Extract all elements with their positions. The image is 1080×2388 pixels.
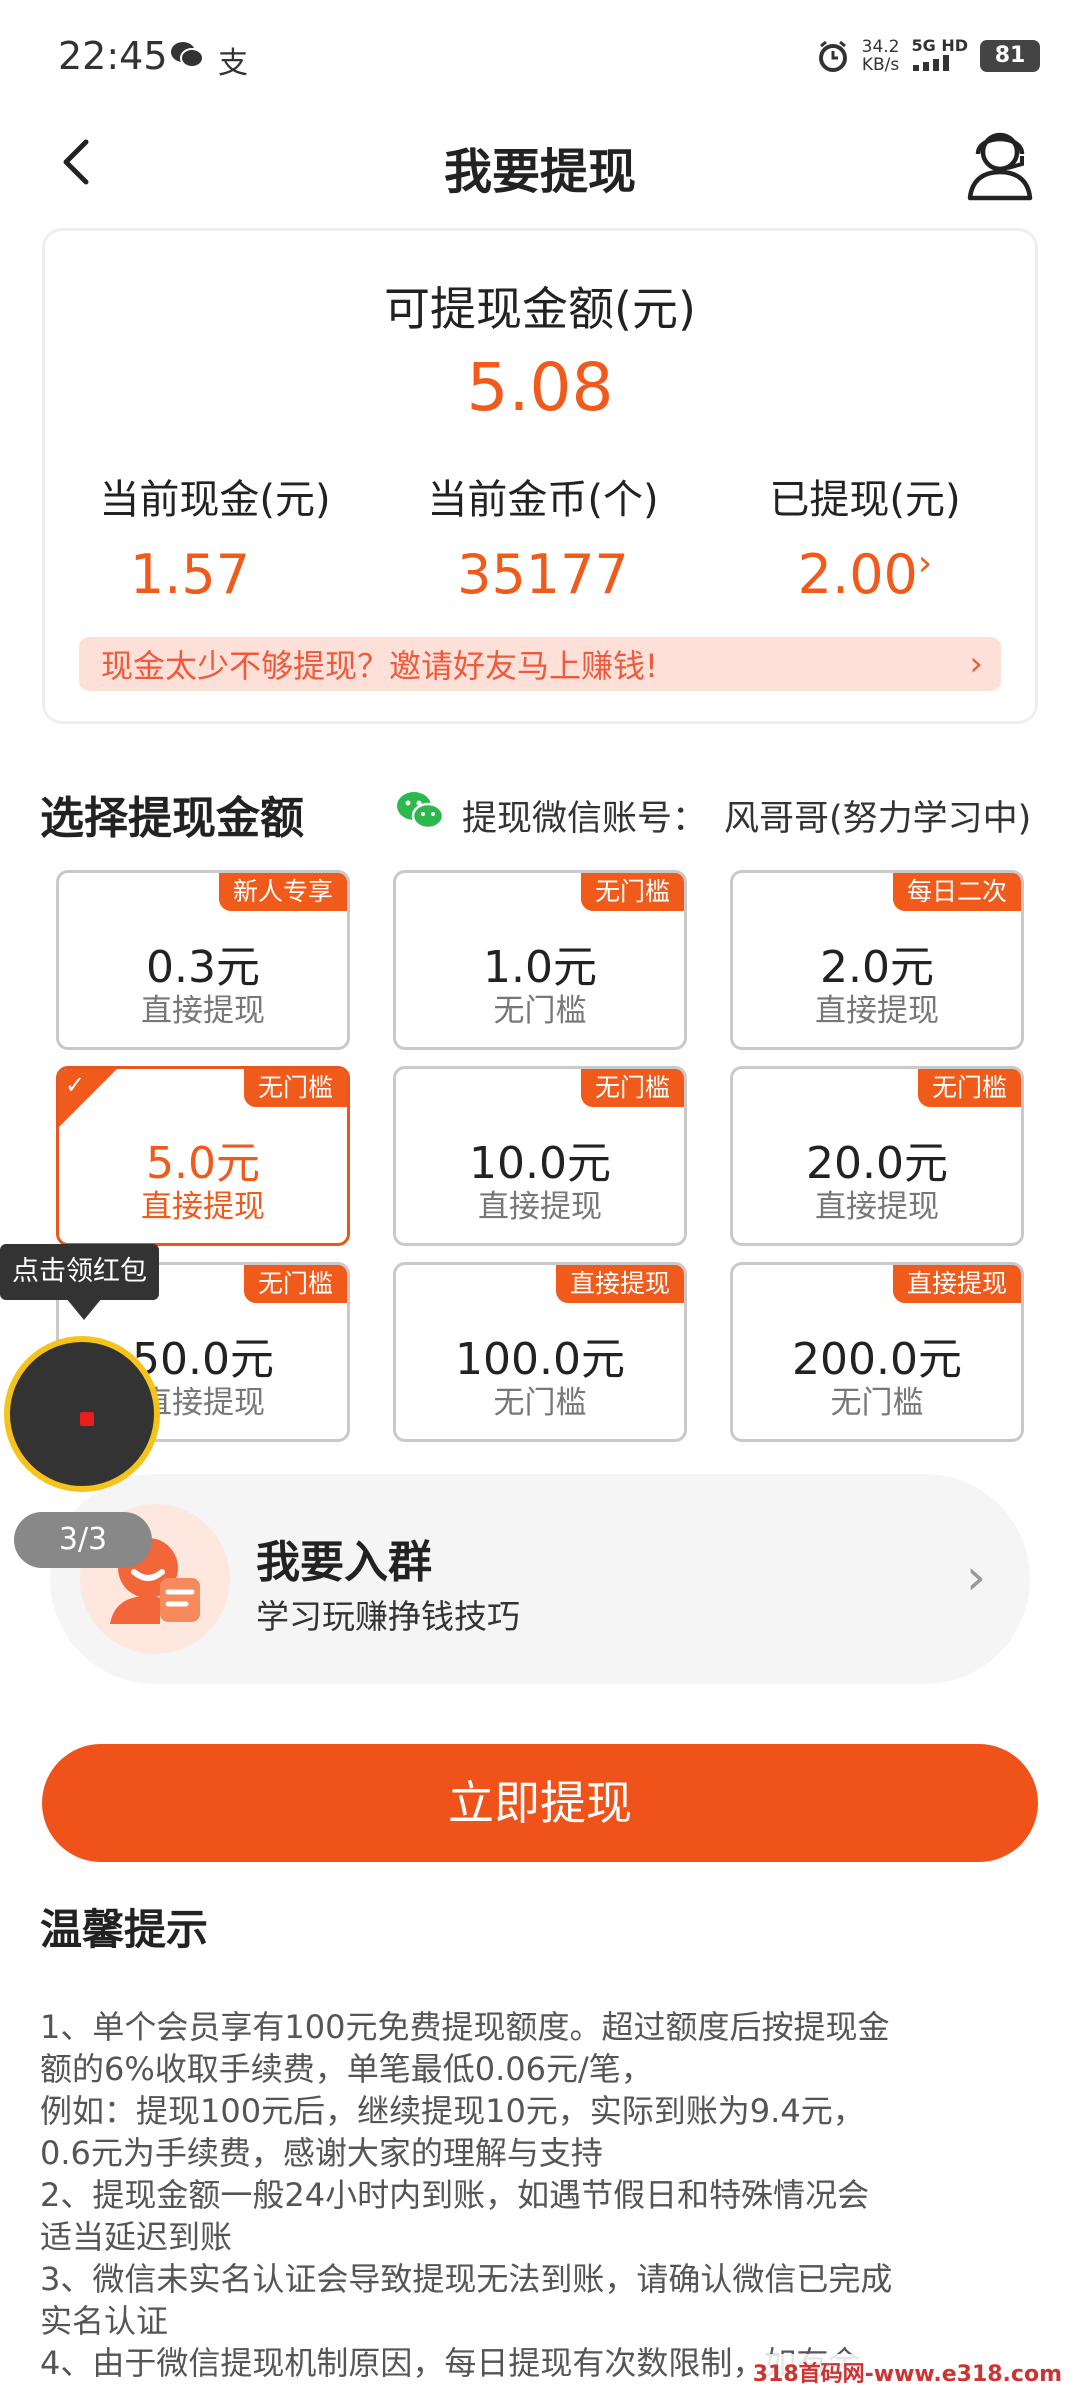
status-right: 34.2 KB/s 5G HD 81: [816, 34, 1040, 78]
group-title: 我要入群: [256, 1537, 432, 1588]
net-speed-value: 34.2: [861, 37, 900, 57]
option-subtitle: 无门槛: [830, 1385, 924, 1421]
tip-line: 实名认证: [40, 2302, 169, 2340]
amount-option-200-0[interactable]: 直接提现 200.0元 无门槛: [730, 1262, 1024, 1442]
option-subtitle: 直接提现: [478, 1189, 602, 1225]
option-tag: 每日二次: [892, 873, 1021, 911]
option-subtitle: 直接提现: [141, 1189, 265, 1225]
tip-line: 额的6%收取手续费，单笔最低0.06元/笔，: [40, 2050, 653, 2088]
alarm-icon: [818, 40, 847, 72]
invite-text: 现金太少不够提现？邀请好友马上赚钱!: [101, 647, 658, 685]
wechat-account-name: 风哥哥(努力学习中): [724, 799, 1032, 839]
net-speed: 34.2 KB/s: [862, 38, 900, 74]
status-time: 22:45: [58, 34, 168, 78]
withdrawable-label: 可提现金额(元): [384, 282, 696, 336]
option-tag: 无门槛: [243, 1265, 347, 1303]
customer-service-icon[interactable]: [964, 124, 1036, 202]
option-subtitle: 无门槛: [493, 1385, 587, 1421]
stat-coins: 当前金币(个) 35177: [393, 467, 693, 606]
tip-line: 1、单个会员享有100元免费提现额度。超过额度后按提现金: [40, 2008, 890, 2046]
option-tag: 直接提现: [892, 1265, 1021, 1303]
chevron-right-icon: ›: [966, 1548, 986, 1606]
checkmark-icon: ✓: [65, 1071, 86, 1099]
tip-line: 0.6元为手续费，感谢大家的理解与支持: [40, 2134, 603, 2172]
chevron-right-icon: ›: [969, 644, 983, 684]
network-indicator: 5G HD: [911, 37, 968, 75]
option-tag: 无门槛: [917, 1069, 1021, 1107]
wechat-icon: [397, 792, 444, 830]
tips-title: 温馨提示: [40, 1905, 209, 1954]
tip-line: 2、提现金额一般24小时内到账，如遇节假日和特殊情况会: [40, 2176, 870, 2214]
stat-withdrawn-value-row: 2.00›: [715, 543, 1015, 606]
stat-withdrawn-value: 2.00: [797, 543, 918, 606]
balance-summary-card: 可提现金额(元) 5.08 当前现金(元) 1.57 当前金币(个) 35177…: [42, 228, 1038, 724]
amount-option-5-0[interactable]: ✓ 无门槛 5.0元 直接提现: [56, 1066, 350, 1246]
tip-line: 3、微信未实名认证会导致提现无法到账，请确认微信已完成: [40, 2260, 893, 2298]
page-title: 我要提现: [443, 144, 636, 200]
signal-icon: [913, 55, 950, 71]
network-label: 5G HD: [911, 36, 968, 55]
withdraw-now-button[interactable]: 立即提现: [42, 1744, 1038, 1862]
stat-coins-value: 35177: [457, 543, 629, 606]
option-tag: 无门槛: [580, 873, 684, 911]
withdrawable-amount: 5.08: [466, 349, 614, 426]
stat-withdrawn[interactable]: 已提现(元) 2.00›: [715, 467, 1015, 606]
site-watermark: 318首码网-www.e318.com: [748, 2354, 1066, 2388]
option-subtitle: 直接提现: [815, 993, 939, 1029]
wechat-notification-icon: [171, 42, 204, 68]
group-subtitle: 学习玩赚挣钱技巧: [256, 1597, 520, 1636]
option-tag: 新人专享: [218, 873, 347, 911]
top-nav: 我要提现: [0, 110, 1080, 220]
alipay-notification-icon: 支: [218, 46, 248, 81]
stat-cash-label: 当前现金(元): [99, 477, 331, 523]
option-tag: 无门槛: [243, 1069, 347, 1107]
stat-cash-value: 1.57: [129, 543, 251, 606]
tip-line: 适当延迟到账: [40, 2218, 233, 2256]
option-subtitle: 直接提现: [815, 1189, 939, 1225]
option-subtitle: 直接提现: [141, 993, 265, 1029]
amount-option-20-0[interactable]: 无门槛 20.0元 直接提现: [730, 1066, 1024, 1246]
select-amount-title: 选择提现金额: [40, 793, 304, 844]
amount-option-0-3[interactable]: 新人专享 0.3元 直接提现: [56, 870, 350, 1050]
option-tag: 无门槛: [580, 1069, 684, 1107]
battery-indicator: 81: [980, 40, 1040, 72]
option-tag: 直接提现: [555, 1265, 684, 1303]
wechat-account-label: 提现微信账号：: [462, 799, 708, 839]
status-bar: 22:45 支 34.2 KB/s 5G HD 81: [0, 0, 1080, 110]
redpack-tooltip-arrow: [66, 1298, 102, 1320]
invite-friends-banner[interactable]: 现金太少不够提现？邀请好友马上赚钱! ›: [79, 637, 1001, 691]
tip-line: 例如：提现100元后，继续提现10元，实际到账为9.4元，: [40, 2092, 865, 2130]
join-group-card[interactable]: 我要入群 学习玩赚挣钱技巧 ›: [50, 1474, 1030, 1684]
redpack-tooltip[interactable]: 点击领红包: [0, 1244, 159, 1300]
carousel-pager: 3/3: [14, 1512, 152, 1568]
amount-option-1-0[interactable]: 无门槛 1.0元 无门槛: [393, 870, 687, 1050]
red-packet-icon: [80, 1412, 94, 1426]
amount-option-2-0[interactable]: 每日二次 2.0元 直接提现: [730, 870, 1024, 1050]
stat-cash: 当前现金(元) 1.57: [65, 467, 365, 606]
stat-withdrawn-label: 已提现(元): [769, 477, 961, 523]
tips-body: 1、单个会员享有100元免费提现额度。超过额度后按提现金 额的6%收取手续费，单…: [40, 2006, 1050, 2384]
amount-option-100-0[interactable]: 直接提现 100.0元 无门槛: [393, 1262, 687, 1442]
chevron-right-icon: ›: [917, 543, 933, 584]
amount-option-10-0[interactable]: 无门槛 10.0元 直接提现: [393, 1066, 687, 1246]
redpack-float-button[interactable]: [4, 1336, 160, 1492]
net-speed-unit: KB/s: [861, 55, 900, 75]
option-subtitle: 无门槛: [493, 993, 587, 1029]
stat-coins-label: 当前金币(个): [427, 477, 659, 523]
